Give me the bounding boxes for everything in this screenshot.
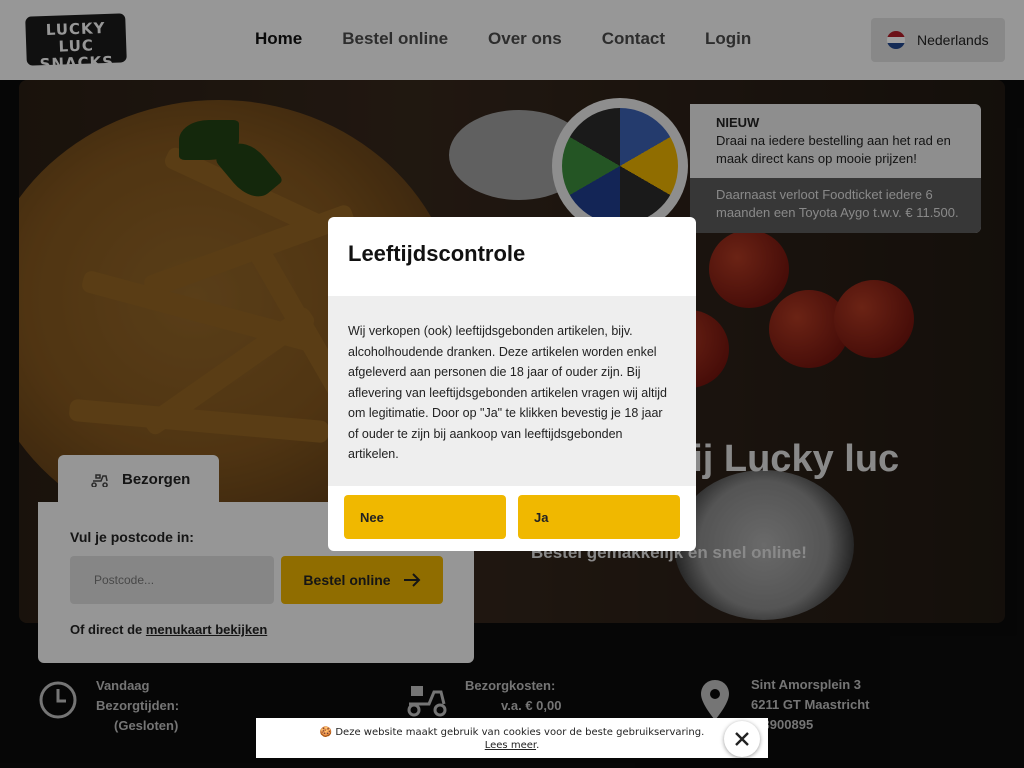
yes-button[interactable]: Ja [518, 495, 680, 539]
modal-title: Leeftijdscontrole [348, 241, 526, 266]
cookie-read-more-link[interactable]: Lees meer [485, 740, 536, 751]
close-icon [735, 732, 749, 746]
modal-body: Wij verkopen (ook) leeftijdsgebonden art… [328, 296, 696, 486]
cookie-text: Deze website maakt gebruik van cookies v… [335, 727, 705, 738]
modal-footer: Nee Ja [328, 486, 696, 551]
no-button[interactable]: Nee [344, 495, 506, 539]
cookie-banner: 🍪 Deze website maakt gebruik van cookies… [256, 718, 768, 758]
cookie-close-button[interactable] [724, 721, 760, 757]
age-check-modal: Leeftijdscontrole Wij verkopen (ook) lee… [328, 217, 696, 551]
cookie-icon: 🍪 [319, 727, 333, 738]
